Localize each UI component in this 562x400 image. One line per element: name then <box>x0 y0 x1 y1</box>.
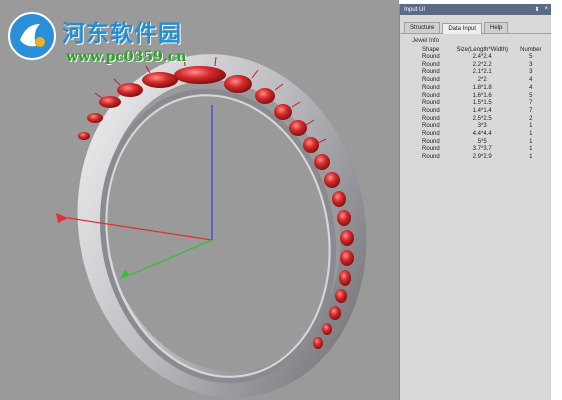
cell-size: 2.1*2.1 <box>472 69 492 76</box>
table-row[interactable]: Round 4.4*4.4 1 <box>406 131 546 139</box>
table-header-row: Shape Size(Length*Width) Number <box>406 46 546 54</box>
right-gutter <box>551 0 562 400</box>
cell-size: 2.4*2.4 <box>472 54 492 60</box>
cell-shape: Round <box>422 146 440 153</box>
table-row[interactable]: Round 2.1*2.1 3 <box>406 69 546 77</box>
cell-number: 1 <box>529 123 533 130</box>
table-row[interactable]: Round 1.5*1.5 7 <box>406 100 546 108</box>
tab-help[interactable]: Help <box>484 22 509 33</box>
table-row[interactable]: Round 2.5*2.5 2 <box>406 116 546 124</box>
cell-shape: Round <box>422 131 440 138</box>
cell-shape: Round <box>422 61 440 68</box>
table-row[interactable]: Round 5*5 1 <box>406 139 546 147</box>
cell-size: 1.8*1.8 <box>472 84 492 91</box>
cell-shape: Round <box>422 138 440 145</box>
cell-number: 1 <box>529 138 533 145</box>
cell-number: 5 <box>529 54 533 60</box>
cell-size: 1.6*1.6 <box>472 92 492 99</box>
cell-size: 1.4*1.4 <box>472 107 492 114</box>
cell-number: 4 <box>529 77 533 84</box>
3d-viewport[interactable]: 河东软件园 www.pc0359.cn <box>0 0 399 400</box>
cell-shape: Round <box>422 69 440 76</box>
cell-size: 5*5 <box>477 138 487 145</box>
ring-model <box>56 54 367 398</box>
table-row[interactable]: Round 1.6*1.6 5 <box>406 93 546 101</box>
cell-size: 1.5*1.5 <box>472 100 492 107</box>
tab-structure[interactable]: Structure <box>404 22 441 33</box>
table-row[interactable]: Round 2.9*2.9 1 <box>406 154 546 162</box>
input-ui-panel: Input UI ⬍ × Structure Data Input Help J… <box>399 4 552 400</box>
cell-size: 2.5*2.5 <box>472 115 492 122</box>
cell-shape: Round <box>422 115 440 122</box>
cell-size: 3.7*3.7 <box>472 146 492 153</box>
cell-number: 7 <box>529 100 533 107</box>
cell-shape: Round <box>422 100 440 107</box>
x-axis-arrow <box>56 213 68 223</box>
table-row[interactable]: Round 2*2 4 <box>406 77 546 85</box>
cell-size: 2.2*2.2 <box>472 61 492 68</box>
cell-shape: Round <box>422 154 440 161</box>
column-header-number: Number <box>520 47 542 53</box>
table-row[interactable]: Round 3.7*3.7 1 <box>406 146 546 154</box>
cell-number: 2 <box>529 115 533 122</box>
cell-shape: Round <box>422 107 440 114</box>
column-header-shape: Shape <box>422 47 440 53</box>
cell-shape: Round <box>422 84 440 91</box>
cell-shape: Round <box>422 92 440 99</box>
cell-size: 4.4*4.4 <box>472 131 492 138</box>
table-row[interactable]: Round 1.4*1.4 7 <box>406 108 546 116</box>
pin-icon[interactable]: ⬍ <box>534 6 539 13</box>
cell-number: 3 <box>529 61 533 68</box>
table-row[interactable]: Round 3*3 1 <box>406 123 546 131</box>
cell-shape: Round <box>422 54 440 60</box>
tab-data-input[interactable]: Data Input <box>442 23 483 34</box>
table-row[interactable]: Round 2.4*2.4 5 <box>406 54 546 62</box>
cell-shape: Round <box>422 77 440 84</box>
watermark-url: www.pc0359.cn <box>66 49 187 65</box>
table-row[interactable]: Round 2.2*2.2 3 <box>406 62 546 70</box>
cell-size: 2*2 <box>477 77 487 84</box>
column-header-size: Size(Length*Width) <box>456 47 509 53</box>
jewel-table: Shape Size(Length*Width) Number Round 2.4… <box>406 46 546 162</box>
cell-number: 7 <box>529 107 533 114</box>
cell-number: 5 <box>529 92 533 99</box>
panel-tabs: Structure Data Input Help <box>400 15 552 34</box>
cell-number: 1 <box>529 131 533 138</box>
cell-number: 4 <box>529 84 533 91</box>
cell-size: 3*3 <box>477 123 487 130</box>
cell-number: 1 <box>529 146 533 153</box>
close-icon[interactable]: × <box>544 6 548 13</box>
cell-number: 3 <box>529 69 533 76</box>
cell-number: 1 <box>529 154 533 161</box>
cell-size: 2.9*2.9 <box>472 154 492 161</box>
panel-titlebar[interactable]: Input UI ⬍ × <box>400 4 552 15</box>
table-row[interactable]: Round 1.8*1.8 4 <box>406 85 546 93</box>
y-axis-arrow <box>120 270 130 279</box>
cell-shape: Round <box>422 123 440 130</box>
jewel-info-label: Jewel Info <box>412 38 440 44</box>
watermark-title: 河东软件园 <box>62 21 182 47</box>
panel-title: Input UI <box>404 6 426 13</box>
y-axis <box>129 239 213 276</box>
